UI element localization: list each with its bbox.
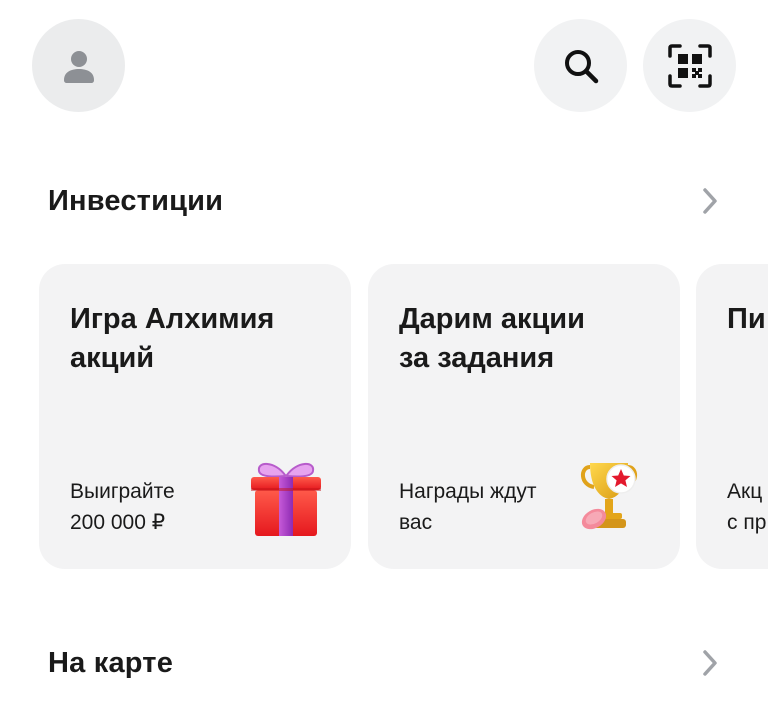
card-partial[interactable]: Пи Акц с пр	[696, 264, 768, 569]
investments-section-header[interactable]: Инвестиции	[48, 181, 720, 221]
card-title: Игра Алхимия акций	[70, 303, 275, 374]
chevron-right-icon[interactable]	[700, 648, 720, 678]
on-map-section-header[interactable]: На карте	[48, 643, 720, 683]
user-icon	[63, 50, 94, 83]
card-subtitle: Акц с пр	[727, 480, 767, 534]
investments-carousel[interactable]: Игра Алхимия акций Выиграйте 200 000 ₽ Д…	[0, 264, 768, 569]
card-title: Дарим акции за задания	[399, 303, 585, 374]
qr-scan-button[interactable]	[643, 19, 736, 112]
section-title: Инвестиции	[48, 184, 224, 217]
qr-scan-icon	[667, 43, 712, 88]
card-shares-for-tasks[interactable]: Дарим акции за задания Награды ждут вас	[368, 264, 680, 569]
gift-icon	[251, 463, 321, 536]
card-alchemy-game[interactable]: Игра Алхимия акций Выиграйте 200 000 ₽	[39, 264, 351, 569]
search-icon	[564, 49, 598, 83]
trophy-icon	[581, 463, 637, 530]
chevron-right-icon[interactable]	[700, 186, 720, 216]
card-subtitle: Выиграйте 200 000 ₽	[70, 480, 175, 534]
profile-avatar-button[interactable]	[32, 19, 125, 112]
card-title: Пи	[727, 303, 766, 335]
search-button[interactable]	[534, 19, 627, 112]
section-title: На карте	[48, 646, 174, 679]
card-subtitle: Награды ждут вас	[399, 480, 537, 534]
home-screen: Инвестиции Игра Алхимия акций Выиграйте …	[0, 0, 768, 708]
